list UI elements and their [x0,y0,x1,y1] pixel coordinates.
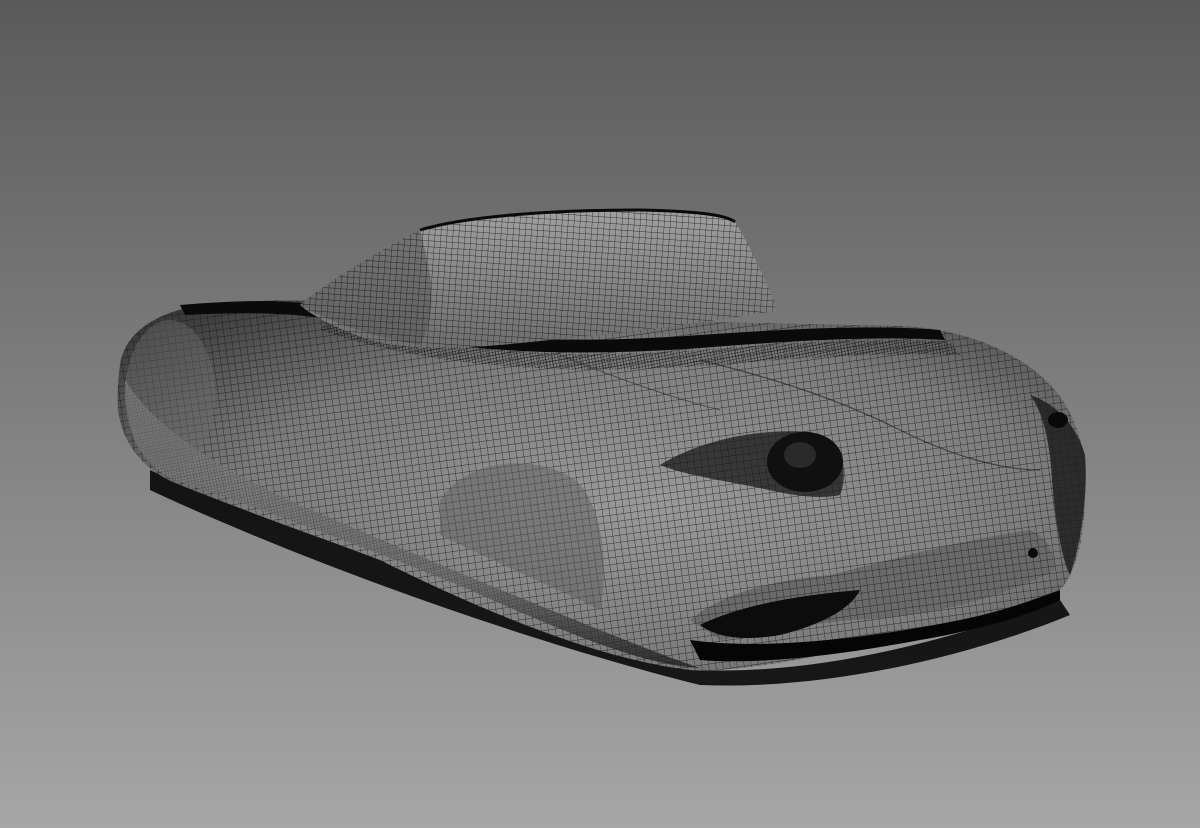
viewport-canvas[interactable] [0,0,1200,828]
rear-fender [125,320,215,470]
3d-viewport[interactable] [0,0,1200,828]
